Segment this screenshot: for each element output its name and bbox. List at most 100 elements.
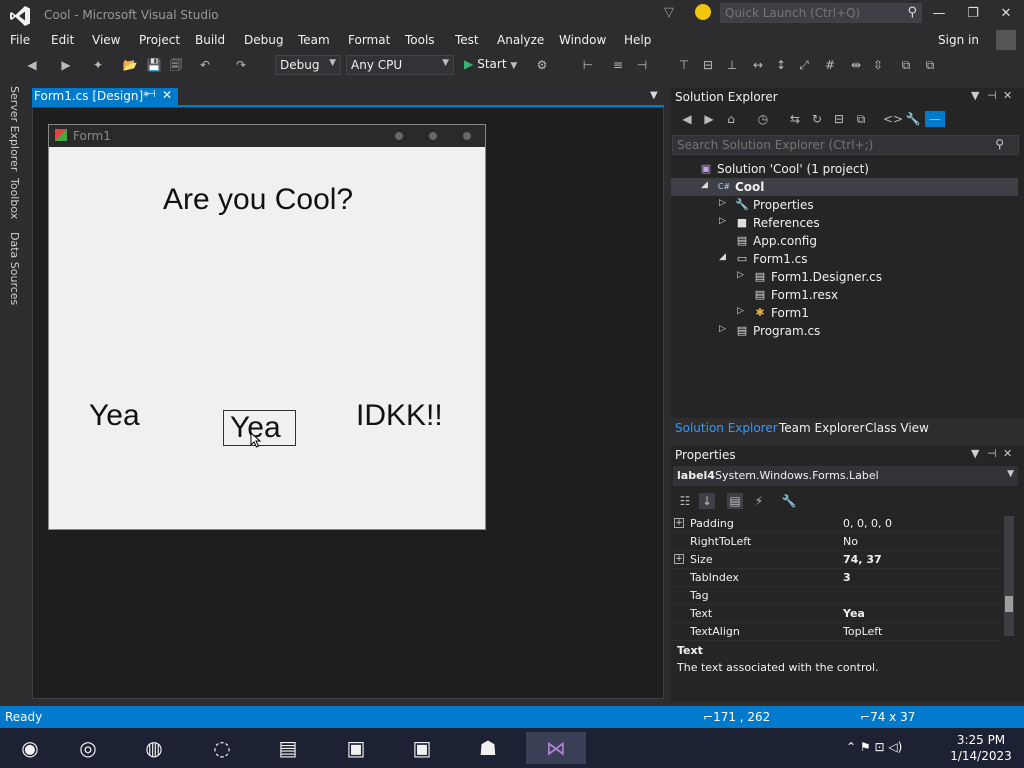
collapsed-arrow-icon[interactable]: ▷ (719, 324, 726, 334)
form-client-area[interactable]: Are you Cool? Yea Yea IDKK!! (51, 147, 483, 527)
network-icon[interactable]: ⊡ (874, 740, 884, 754)
menu-project[interactable]: Project (139, 33, 180, 47)
property-value[interactable]: 0, 0, 0, 0 (843, 517, 892, 530)
menu-debug[interactable]: Debug (244, 33, 283, 47)
solution-configuration-dropdown[interactable]: Debug ▼ (275, 55, 341, 75)
pin-icon[interactable]: ⊣ (987, 89, 997, 102)
tree-item[interactable]: ▤ App.config (671, 232, 1018, 250)
collapsed-arrow-icon[interactable]: ▷ (719, 198, 726, 208)
tree-item[interactable]: ▷ ▤ Form1.Designer.cs (671, 268, 1018, 286)
network-users-icon[interactable]: ☗ (458, 732, 518, 764)
minimize-button[interactable]: — (928, 4, 950, 24)
make-same-height-icon[interactable]: ↕ (773, 57, 789, 73)
menu-view[interactable]: View (92, 33, 120, 47)
menu-help[interactable]: Help (624, 33, 651, 47)
property-value[interactable]: TopLeft (843, 625, 882, 638)
tree-item[interactable]: ▤ Form1.resx (671, 286, 1018, 304)
system-tray[interactable]: ⌃ ⚑ ⊡ ◁) (846, 740, 902, 754)
property-row[interactable]: + Size 74, 37 (671, 551, 1001, 569)
firefox-icon[interactable]: ◍ (124, 732, 184, 764)
events-lightning-icon[interactable]: ⚡ (751, 493, 767, 509)
alphabetical-icon[interactable]: ↓ (699, 493, 715, 509)
server-explorer-tab[interactable]: Server Explorer (8, 86, 21, 171)
maximize-button[interactable]: ❐ (962, 4, 984, 24)
save-icon[interactable]: 💾 (146, 57, 162, 73)
align-rights-icon[interactable]: ⊣ (634, 57, 650, 73)
align-lefts-icon[interactable]: ⊢ (580, 57, 596, 73)
align-centers-icon[interactable]: ≡ (610, 57, 626, 73)
system-clock[interactable]: 3:25 PM 1/14/2023 (946, 732, 1016, 764)
close-tab-icon[interactable]: ✕ (162, 88, 172, 102)
property-row[interactable]: Tag (671, 587, 1001, 605)
panel-options-icon[interactable]: ▼ (971, 447, 979, 460)
toolbox-tab[interactable]: Toolbox (8, 178, 21, 219)
pending-changes-filter-icon[interactable]: ◷ (755, 111, 771, 127)
property-value[interactable]: 74, 37 (843, 553, 882, 566)
property-grid-scrollbar[interactable] (1004, 516, 1014, 636)
user-account-icon[interactable] (996, 30, 1016, 50)
vertical-spacing-icon[interactable]: ⇳ (870, 57, 886, 73)
properties-view-icon[interactable]: ▤ (727, 493, 743, 509)
flag-icon[interactable]: ⚑ (860, 740, 871, 754)
property-row[interactable]: TextAlign TopLeft (671, 623, 1001, 641)
start-debugging-button[interactable]: ▶ Start ▼ (464, 57, 517, 75)
tree-item[interactable]: ▷ ✱ Form1 (671, 304, 1018, 322)
save-all-icon[interactable]: 🗐 (168, 57, 184, 73)
show-all-files-icon[interactable]: ⧉ (853, 111, 869, 127)
visual-studio-taskbar-icon[interactable]: ⋈ (526, 732, 586, 764)
menu-test[interactable]: Test (455, 33, 479, 47)
collapse-all-icon[interactable]: ⊟ (831, 111, 847, 127)
data-sources-tab[interactable]: Data Sources (8, 232, 21, 305)
bring-to-front-icon[interactable]: ⧉ (898, 57, 914, 73)
tab-class-view[interactable]: Class View (865, 421, 929, 435)
make-same-size-icon[interactable]: ⤢ (796, 57, 812, 73)
pin-icon[interactable]: ⊣ (147, 89, 156, 100)
navigate-forward-icon[interactable]: ▶ (58, 57, 74, 73)
navigate-back-icon[interactable]: ◀ (24, 57, 40, 73)
solution-platform-dropdown[interactable]: Any CPU ▼ (346, 55, 454, 75)
forward-icon[interactable]: ▶ (701, 111, 717, 127)
notification-filter-icon[interactable]: ▽ (664, 5, 678, 21)
send-to-back-icon[interactable]: ⧉ (922, 57, 938, 73)
chrome-icon[interactable]: ◎ (58, 732, 118, 764)
align-middles-icon[interactable]: ⊟ (700, 57, 716, 73)
expand-plus-icon[interactable]: + (674, 554, 684, 564)
tree-item[interactable]: ▷ 🔧 Properties (671, 196, 1018, 214)
menu-analyze[interactable]: Analyze (497, 33, 544, 47)
collapsed-arrow-icon[interactable]: ▷ (737, 270, 744, 280)
file-explorer-icon[interactable]: ▤ (258, 732, 318, 764)
back-icon[interactable]: ◀ (679, 111, 695, 127)
menu-window[interactable]: Window (559, 33, 606, 47)
property-row[interactable]: + Padding 0, 0, 0, 0 (671, 515, 1001, 533)
align-tops-icon[interactable]: ⊤ (676, 57, 692, 73)
properties-wrench-icon[interactable]: 🔧 (905, 111, 921, 127)
categorized-icon[interactable]: ☷ (677, 493, 693, 509)
size-to-grid-icon[interactable]: # (822, 57, 838, 73)
property-value[interactable]: No (843, 535, 858, 548)
open-file-icon[interactable]: 📂 (122, 57, 138, 73)
align-bottoms-icon[interactable]: ⊥ (724, 57, 740, 73)
expanded-arrow-icon[interactable]: ◢ (701, 180, 708, 190)
document-list-dropdown-icon[interactable]: ▼ (650, 90, 658, 101)
property-pages-wrench-icon[interactable]: 🔧 (781, 493, 797, 509)
feedback-smiley-icon[interactable] (695, 4, 711, 20)
chevron-up-icon[interactable]: ⌃ (846, 740, 856, 754)
menu-team[interactable]: Team (298, 33, 330, 47)
sync-with-document-icon[interactable]: ⇆ (787, 111, 803, 127)
solution-search-box[interactable]: ⚲ (672, 135, 1019, 155)
tree-item[interactable]: ◢ ▭ Form1.cs (671, 250, 1018, 268)
property-value[interactable]: Yea (843, 607, 865, 620)
tab-form1-design[interactable]: Form1.cs [Design]* ⊣ ✕ (32, 88, 178, 106)
collapsed-arrow-icon[interactable]: ▷ (737, 306, 744, 316)
yea-label[interactable]: Yea (89, 399, 140, 433)
object-selector-dropdown[interactable]: label4 System.Windows.Forms.Label ▼ (673, 466, 1018, 486)
redo-icon[interactable]: ↷ (233, 57, 249, 73)
menu-format[interactable]: Format (348, 33, 390, 47)
close-panel-icon[interactable]: ✕ (1003, 447, 1012, 460)
menu-edit[interactable]: Edit (51, 33, 74, 47)
close-panel-icon[interactable]: ✕ (1003, 89, 1012, 102)
undo-icon[interactable]: ↶ (197, 57, 213, 73)
property-row[interactable]: TabIndex 3 (671, 569, 1001, 587)
tree-item[interactable]: ◢ C# Cool (671, 178, 1018, 196)
close-button[interactable]: ✕ (995, 4, 1017, 24)
